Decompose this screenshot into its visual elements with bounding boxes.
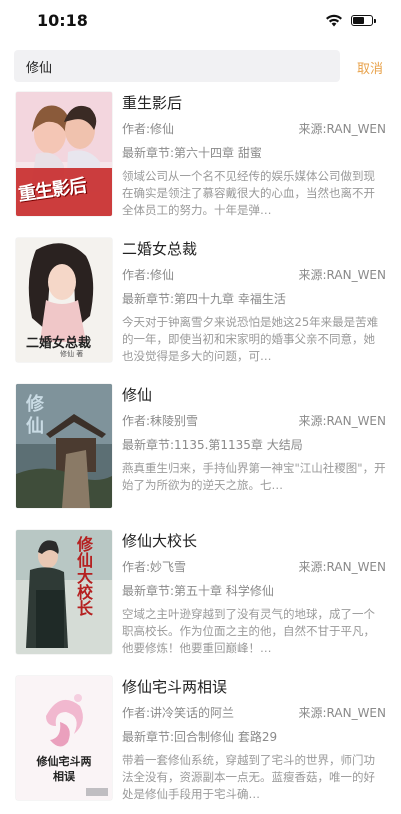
cover-title: 修仙宅斗两相误	[36, 755, 92, 783]
book-source: 来源:RAN_WEN	[298, 706, 386, 720]
book-cover: 修仙宅斗两相误	[16, 676, 112, 800]
book-item[interactable]: 修仙 修仙 作者:秣陵别雪 来源:RAN_WEN 最新章节:1135.第1135…	[0, 378, 401, 522]
book-cover: 修仙	[16, 384, 112, 508]
book-title: 修仙	[122, 386, 153, 404]
status-time: 10:18	[37, 11, 88, 30]
book-latest-chapter: 最新章节:第六十四章 甜蜜	[122, 146, 262, 160]
status-bar: 10:18	[0, 0, 401, 44]
book-author: 作者:修仙	[122, 122, 175, 136]
search-bar: 取消	[0, 46, 401, 86]
book-latest-chapter: 最新章节:1135.第1135章 大结局	[122, 438, 303, 452]
book-item[interactable]: 修仙宅斗两相误 修仙宅斗两相误 作者:讲冷笑话的阿兰 来源:RAN_WEN 最新…	[0, 670, 401, 814]
book-latest-chapter: 最新章节:回合制修仙 套路29	[122, 730, 278, 744]
book-title: 修仙大校长	[122, 532, 198, 550]
book-source: 来源:RAN_WEN	[298, 268, 386, 282]
book-latest-chapter: 最新章节:第四十九章 幸福生活	[122, 292, 286, 306]
book-cover: 重生影后	[16, 92, 112, 216]
book-description: 燕真重生归来，手持仙界第一神宝"江山社稷图"，开始了为所欲为的逆天之旅。七…	[122, 461, 386, 492]
cancel-button[interactable]: 取消	[357, 58, 383, 77]
search-box[interactable]	[14, 50, 340, 82]
book-description: 领域公司从一个名不见经传的娱乐媒体公司做到现在确实是领注了慕容戴很大的心血，当然…	[122, 169, 375, 217]
cover-title: 修仙大校长	[74, 536, 93, 616]
book-item[interactable]: 修仙大校长 修仙大校长 作者:妙飞雪 来源:RAN_WEN 最新章节:第五十章 …	[0, 524, 401, 668]
book-author: 作者:妙飞雪	[122, 560, 187, 574]
book-title: 修仙宅斗两相误	[122, 678, 228, 696]
book-author: 作者:讲冷笑话的阿兰	[122, 706, 235, 720]
book-description: 带着一套修仙系统，穿越到了宅斗的世界，师门功法全没有，资源副本一点无。蓝瘦香菇，…	[122, 753, 375, 801]
book-source: 来源:RAN_WEN	[298, 122, 386, 136]
wifi-icon	[326, 14, 342, 27]
book-latest-chapter: 最新章节:第五十章 科学修仙	[122, 584, 274, 598]
book-item[interactable]: 重生影后 重生影后 作者:修仙 来源:RAN_WEN 最新章节:第六十四章 甜蜜…	[0, 86, 401, 230]
search-input[interactable]	[24, 57, 340, 75]
book-item[interactable]: 二婚女总裁 修仙 著 二婚女总裁 作者:修仙 来源:RAN_WEN 最新章节:第…	[0, 232, 401, 376]
book-cover: 二婚女总裁 修仙 著	[16, 238, 112, 362]
cover-title: 修仙	[23, 394, 44, 438]
book-title: 重生影后	[122, 94, 183, 112]
book-description: 今天对于钟离雪夕来说恐怕是她这25年来最是苦难的一年，即使当初和宋家明的婚事父亲…	[122, 315, 379, 363]
book-cover: 修仙大校长	[16, 530, 112, 654]
book-author: 作者:秣陵别雪	[122, 414, 199, 428]
status-icons	[325, 14, 376, 27]
book-source: 来源:RAN_WEN	[298, 414, 386, 428]
book-author: 作者:修仙	[122, 268, 175, 282]
book-title: 二婚女总裁	[122, 240, 198, 258]
cover-author: 修仙 著	[60, 350, 84, 358]
book-source: 来源:RAN_WEN	[298, 560, 386, 574]
book-description: 空域之主叶逊穿越到了没有灵气的地球，成了一个职高校长。作为位面之主的他，自然不甘…	[122, 607, 375, 655]
battery-icon	[351, 15, 376, 26]
